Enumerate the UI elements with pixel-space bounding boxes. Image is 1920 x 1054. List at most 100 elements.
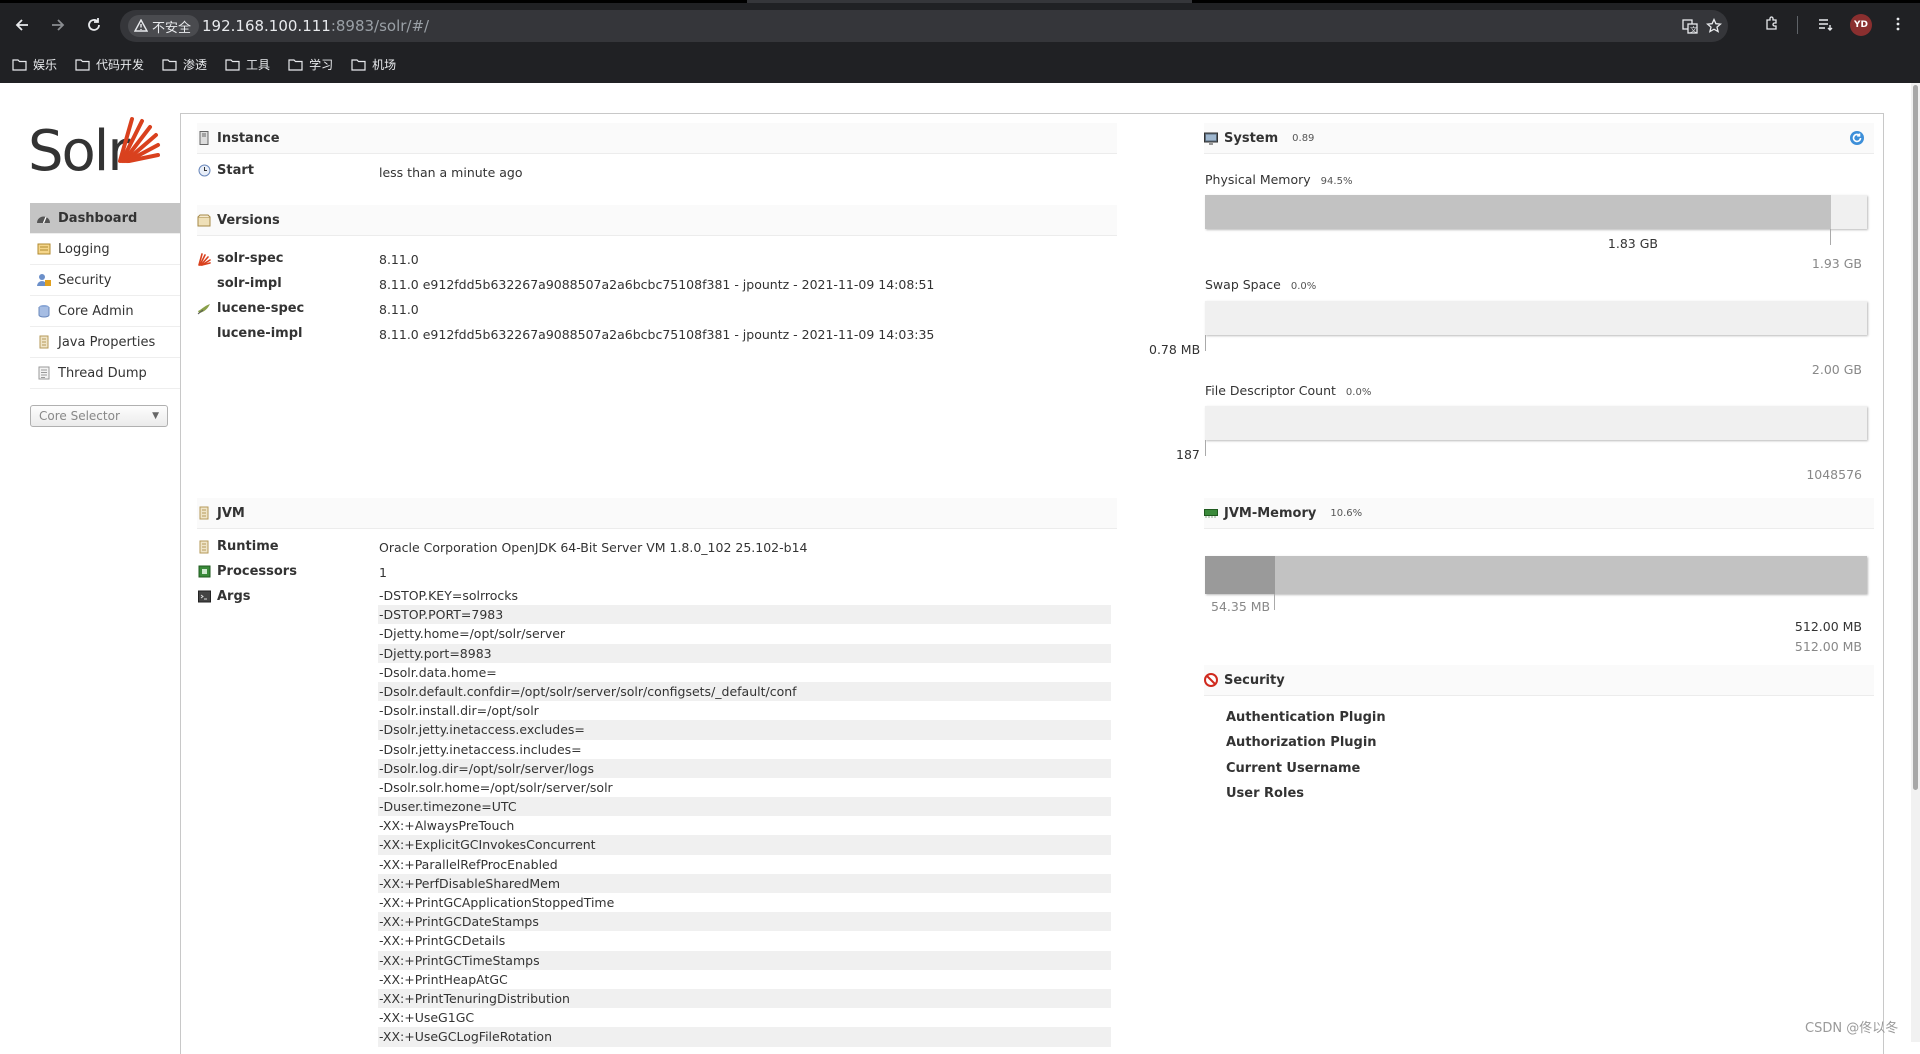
folder-icon [75,59,90,71]
sidebar-item-thread-dump[interactable]: Thread Dump [30,358,180,389]
security-user-roles: User Roles [1226,786,1304,801]
toolbar-divider [1797,16,1798,34]
args-label: Args [217,589,251,604]
lucene-impl-value: 8.11.0 e912fdd5b632267a9088507a2a6bcbc75… [379,327,935,342]
jvm-arg-item: -Djetty.home=/opt/solr/server [379,626,566,642]
jvm-memory-max: 512.00 MB [1794,639,1862,654]
system-load: 0.89 [1292,132,1315,144]
puzzle-icon [1766,16,1777,30]
profile-avatar[interactable]: YD [1850,14,1872,36]
reload-button[interactable] [81,12,107,38]
browser-menu-button[interactable] [1886,12,1910,36]
jvm-args-list: -DSTOP.KEY=solrrocks -DSTOP.PORT=7983 -Dje… [378,586,1111,1047]
solr-sunburst-icon [118,117,160,163]
jvm-memory-committed-fill [1205,556,1867,594]
jvm-arg-item: -Dsolr.log.dir=/opt/solr/server/logs [378,758,1111,778]
swap-space-label: Swap Space [1205,277,1281,292]
reading-list-button[interactable] [1813,12,1837,36]
sidebar-item-security[interactable]: Security [30,265,180,296]
security-authentication-plugin: Authentication Plugin [1226,710,1386,725]
bookmarks-bar: 娱乐 代码开发 渗透 工具 学习 机场 [0,46,1920,83]
jvm-memory-title: JVM-Memory [1224,505,1317,521]
sidebar-item-logging[interactable]: Logging [30,234,180,265]
physical-memory-bar [1205,195,1867,229]
file-descriptor-label-row: File Descriptor Count 0.0% [1205,383,1371,398]
bookmark-folder[interactable]: 渗透 [162,56,207,73]
jvm-arg-item: -XX:+UseGCLogFileRotation [378,1027,1111,1047]
address-bar[interactable]: 不安全 192.168.100.111:8983/solr/#/ 文 [120,10,1728,42]
physical-memory-fill [1205,195,1831,229]
bookmark-folder[interactable]: 工具 [225,56,270,73]
bookmark-folder[interactable]: 娱乐 [12,56,57,73]
jvm-arg-item: -XX:+PrintGCDetails [379,933,506,949]
solr-spec-label: solr-spec [217,251,284,266]
bookmark-folder[interactable]: 代码开发 [75,56,144,73]
core-selector-dropdown[interactable]: Core Selector ▼ [30,405,168,427]
sidebar-item-java-properties[interactable]: Java Properties [30,327,180,358]
scrollbar-thumb[interactable] [1913,85,1918,790]
thread-dump-icon [36,366,51,381]
security-section-header: Security [1204,665,1874,696]
translate-button[interactable]: 文 [1680,16,1700,36]
translate-icon: 文 [1682,19,1698,34]
jvm-memory-used: 54.35 MB [1211,599,1271,614]
jvm-arg-item: -Dsolr.jetty.inetaccess.includes= [379,741,582,757]
security-authorization-plugin: Authorization Plugin [1226,735,1377,750]
jvm-arg-item: -Dsolr.install.dir=/opt/solr [379,703,539,719]
bookmark-folder[interactable]: 学习 [288,56,333,73]
version-row-label: solr-impl [217,276,282,291]
jvm-section-header: JVM [197,498,1117,529]
server-icon [197,131,211,145]
star-icon [1706,18,1722,33]
sidebar-item-label: Core Admin [58,303,134,319]
lucene-spec-label: lucene-spec [217,301,305,316]
swap-space-percent: 0.0% [1290,281,1317,292]
jvm-arg-item: -DSTOP.KEY=solrrocks [379,588,519,603]
processors-label: Processors [217,564,297,579]
runtime-value: Oracle Corporation OpenJDK 64-Bit Server… [379,540,808,555]
physical-memory-label: Physical Memory [1205,172,1311,187]
jvm-arg-item: -Dsolr.solr.home=/opt/solr/server/solr [379,779,613,795]
args-label-row: Args [197,589,251,604]
forward-button[interactable] [45,12,71,38]
bookmark-star-button[interactable] [1704,16,1724,36]
instance-section-header: Instance [197,123,1117,154]
swap-space-tick [1205,335,1206,351]
jvm-arg-item: -XX:+PerfDisableSharedMem [378,873,1111,893]
runtime-label: Runtime [217,539,279,554]
url-text[interactable]: 192.168.100.111:8983/solr/#/ [202,17,429,35]
start-value: less than a minute ago [379,165,523,180]
swap-space-bar [1205,301,1867,335]
physical-memory-used: 1.83 GB [1607,236,1658,251]
core-selector-label: Core Selector [39,409,120,423]
site-info-chip[interactable]: 不安全 [128,15,200,37]
java-properties-icon [36,335,51,350]
arrow-left-icon [15,19,28,31]
monitor-icon [1204,131,1218,145]
jvm-memory-committed: 512.00 MB [1794,619,1862,634]
sidebar-item-core-admin[interactable]: Core Admin [30,296,180,327]
security-label: 不安全 [152,20,192,36]
page-scrollbar[interactable] [1911,83,1920,1042]
jvm-arg-item: -Duser.timezone=UTC [378,797,1111,817]
jvm-arg-item: -XX:+ParallelRefProcEnabled [379,856,558,872]
kebab-menu-icon [1896,17,1900,31]
refresh-system-button[interactable] [1849,130,1865,146]
sidebar-item-label: Java Properties [58,334,156,350]
memory-chip-icon [1204,506,1218,520]
physical-memory-label-row: Physical Memory 94.5% [1205,172,1352,187]
instance-title: Instance [217,130,280,146]
bookmark-folder[interactable]: 机场 [351,56,396,73]
bookmark-label: 渗透 [183,58,208,72]
csdn-watermark: CSDN @佟以冬 [1805,1021,1899,1036]
sidebar-item-label: Thread Dump [58,365,147,381]
jvm-arg-item: -DSTOP.PORT=7983 [378,605,1111,625]
jvm-arg-item: -Dsolr.data.home= [379,664,497,680]
extensions-button[interactable] [1760,12,1784,36]
bookmark-label: 工具 [246,58,271,72]
sidebar-item-dashboard[interactable]: Dashboard [30,203,180,234]
back-button[interactable] [9,12,35,38]
sidebar-item-label: Logging [58,241,110,257]
solr-logo[interactable]: Solr [28,113,163,184]
version-row-label: solr-spec [197,251,284,266]
